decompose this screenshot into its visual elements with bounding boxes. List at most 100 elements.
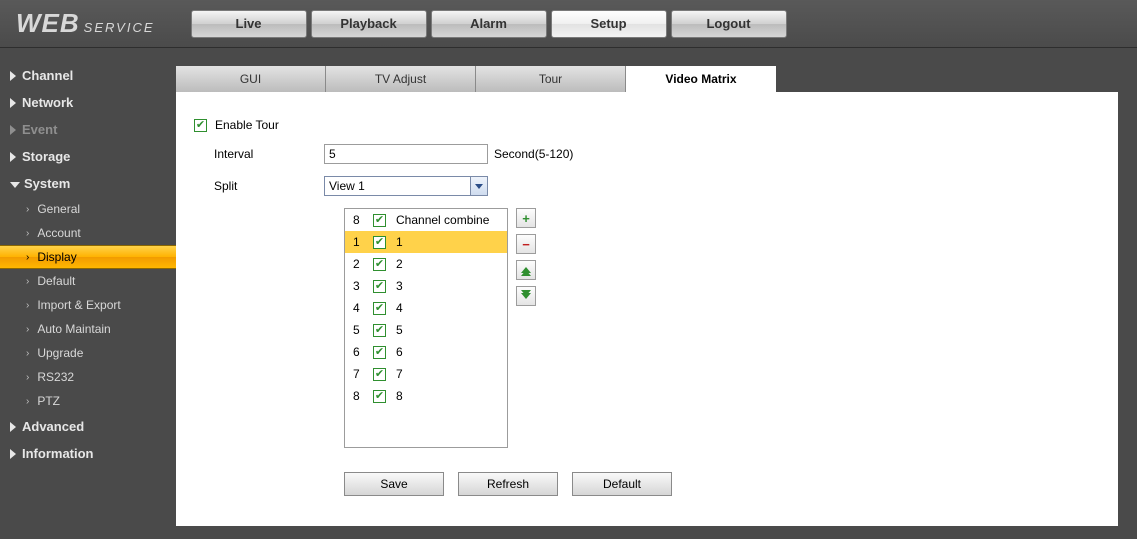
chevron-right-icon: ›: [26, 276, 29, 287]
sidebar-item-auto-maintain[interactable]: › Auto Maintain: [0, 317, 176, 341]
sidebar-system[interactable]: System: [0, 170, 176, 197]
list-checkbox[interactable]: ✔: [373, 280, 386, 293]
list-item[interactable]: 4✔4: [345, 297, 507, 319]
sidebar-item-label: PTZ: [37, 394, 60, 408]
sidebar-storage[interactable]: Storage: [0, 143, 176, 170]
list-checkbox[interactable]: ✔: [373, 302, 386, 315]
sidebar-advanced[interactable]: Advanced: [0, 413, 176, 440]
interval-input[interactable]: [324, 144, 488, 164]
header: WEB SERVICE Live Playback Alarm Setup Lo…: [0, 0, 1137, 48]
list-actions: + −: [516, 208, 538, 306]
default-button[interactable]: Default: [572, 472, 672, 496]
sidebar-advanced-label: Advanced: [22, 419, 84, 434]
sidebar-item-label: Display: [37, 250, 76, 264]
chevron-right-icon: ›: [26, 252, 29, 263]
sidebar-item-label: RS232: [37, 370, 74, 384]
list-checkbox[interactable]: ✔: [373, 236, 386, 249]
move-down-button[interactable]: [516, 286, 536, 306]
list-item[interactable]: 6 ✔ 6: [345, 341, 507, 363]
chevron-down-icon: [10, 182, 20, 188]
list-checkbox[interactable]: ✔: [373, 214, 386, 227]
chevron-down-icon: [475, 184, 483, 189]
list-item[interactable]: 8✔8: [345, 385, 507, 407]
sidebar-information[interactable]: Information: [0, 440, 176, 467]
sidebar-item-label: Import & Export: [37, 298, 120, 312]
sub-tabs: GUI TV Adjust Tour Video Matrix: [176, 66, 1118, 92]
interval-hint: Second(5-120): [494, 147, 573, 161]
tab-setup[interactable]: Setup: [551, 10, 667, 38]
list-checkbox[interactable]: ✔: [373, 258, 386, 271]
chevron-right-icon: [10, 125, 16, 135]
dropdown-button[interactable]: [470, 177, 487, 195]
sidebar-item-account[interactable]: ›Account: [0, 221, 176, 245]
list-checkbox[interactable]: ✔: [373, 324, 386, 337]
chevron-right-icon: [10, 422, 16, 432]
sidebar-item-label: Auto Maintain: [37, 322, 110, 336]
tab-logout[interactable]: Logout: [671, 10, 787, 38]
sidebar-event-label: Event: [22, 122, 57, 137]
tab-playback[interactable]: Playback: [311, 10, 427, 38]
sidebar-item-upgrade[interactable]: ›Upgrade: [0, 341, 176, 365]
sidebar-information-label: Information: [22, 446, 94, 461]
subtab-tv-adjust[interactable]: TV Adjust: [326, 66, 476, 92]
list-num: 6: [353, 345, 363, 359]
list-label: 5: [396, 323, 403, 337]
tab-alarm[interactable]: Alarm: [431, 10, 547, 38]
refresh-button[interactable]: Refresh: [458, 472, 558, 496]
list-num: 8: [353, 213, 363, 227]
list-item[interactable]: 1✔1: [345, 231, 507, 253]
top-tabs: Live Playback Alarm Setup Logout: [191, 10, 787, 38]
save-button[interactable]: Save: [344, 472, 444, 496]
remove-button[interactable]: −: [516, 234, 536, 254]
list-num: 7: [353, 367, 363, 381]
sidebar-item-ptz[interactable]: ›PTZ: [0, 389, 176, 413]
chevron-right-icon: [10, 98, 16, 108]
list-checkbox[interactable]: ✔: [373, 368, 386, 381]
tab-live[interactable]: Live: [191, 10, 307, 38]
logo: WEB SERVICE: [16, 8, 155, 39]
split-select[interactable]: View 1: [324, 176, 488, 196]
list-label: 3: [396, 279, 403, 293]
list-item[interactable]: 2 ✔ 2: [345, 253, 507, 275]
chevron-right-icon: ›: [26, 324, 29, 335]
sidebar-item-import-export[interactable]: › Import & Export: [0, 293, 176, 317]
sidebar-item-rs232[interactable]: › RS232: [0, 365, 176, 389]
sidebar: Channel Network Event Storage System ›Ge…: [0, 48, 176, 539]
channel-list[interactable]: 8✔Channel combine1✔12✔23✔34✔45✔56✔67✔78✔…: [344, 208, 508, 448]
content-panel: ✔ Enable Tour Interval Second(5-120) Spl…: [176, 92, 1118, 526]
sidebar-network-label: Network: [22, 95, 73, 110]
move-up-button[interactable]: [516, 260, 536, 280]
list-item[interactable]: 7 ✔ 7: [345, 363, 507, 385]
list-checkbox[interactable]: ✔: [373, 390, 386, 403]
sidebar-channel-label: Channel: [22, 68, 73, 83]
sidebar-event[interactable]: Event: [0, 116, 176, 143]
enable-tour-checkbox[interactable]: ✔: [194, 119, 207, 132]
sidebar-item-default[interactable]: ›Default: [0, 269, 176, 293]
sidebar-network[interactable]: Network: [0, 89, 176, 116]
list-label: 2: [396, 257, 403, 271]
chevron-right-icon: ›: [26, 300, 29, 311]
subtab-gui[interactable]: GUI: [176, 66, 326, 92]
list-header[interactable]: 8 ✔ Channel combine: [345, 209, 507, 231]
sidebar-item-general[interactable]: ›General: [0, 197, 176, 221]
list-label: 7: [396, 367, 403, 381]
form-buttons: Save Refresh Default: [344, 472, 1118, 496]
sidebar-channel[interactable]: Channel: [0, 62, 176, 89]
interval-label: Interval: [194, 147, 324, 161]
sidebar-system-label: System: [24, 176, 70, 191]
list-checkbox[interactable]: ✔: [373, 346, 386, 359]
list-label: Channel combine: [396, 213, 489, 227]
sidebar-item-display[interactable]: › Display: [0, 245, 176, 269]
add-button[interactable]: +: [516, 208, 536, 228]
sidebar-item-label: General: [37, 202, 80, 216]
list-num: 2: [353, 257, 363, 271]
subtab-filler: [776, 66, 1118, 92]
subtab-video-matrix[interactable]: Video Matrix: [626, 66, 776, 92]
chevron-right-icon: ›: [26, 372, 29, 383]
list-label: 6: [396, 345, 403, 359]
list-item[interactable]: 3 ✔ 3: [345, 275, 507, 297]
subtab-tour[interactable]: Tour: [476, 66, 626, 92]
chevron-right-icon: [10, 71, 16, 81]
list-item[interactable]: 5✔5: [345, 319, 507, 341]
list-num: 3: [353, 279, 363, 293]
